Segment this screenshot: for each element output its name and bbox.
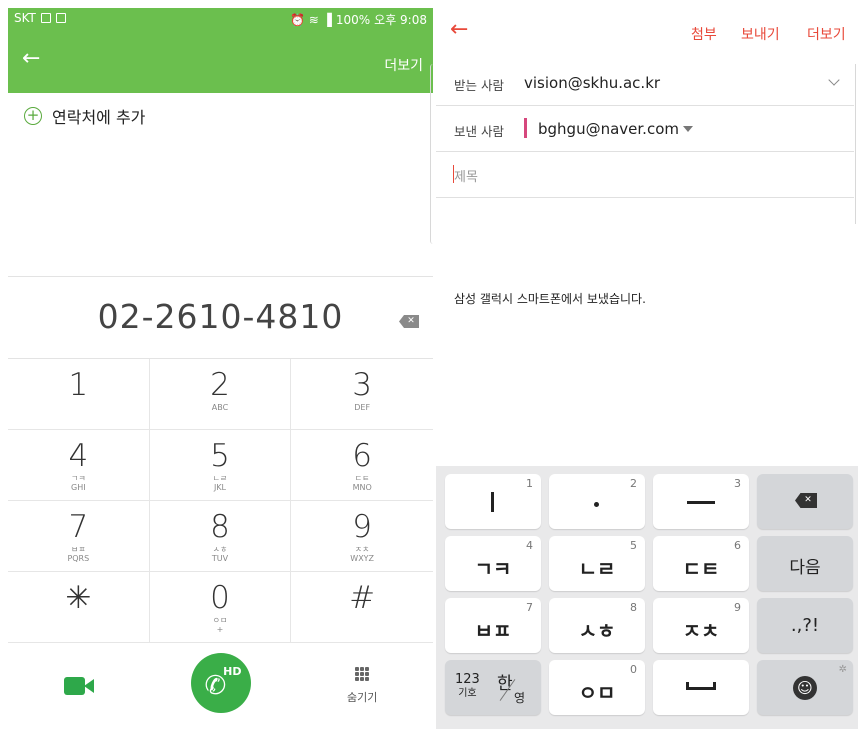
key-siot-hieut[interactable]: ㅅㅎ 8 <box>549 598 645 653</box>
more-button[interactable]: 더보기 <box>807 24 846 44</box>
from-field[interactable]: 보낸 사람 bghgu@naver.com <box>436 106 854 152</box>
dial-key-4[interactable]: 4 ㄱㅋ GHI <box>8 430 150 501</box>
key-emoji[interactable]: ☺ ✲ <box>757 660 853 715</box>
key-bieup-pieup[interactable]: ㅂㅍ 7 <box>445 598 541 653</box>
symbols-mode[interactable]: 123 기호 <box>455 673 480 701</box>
add-to-contacts-button[interactable]: + 연락처에 추가 <box>24 104 145 128</box>
space-icon <box>686 682 716 690</box>
gear-icon: ✲ <box>838 664 847 675</box>
dial-key-2[interactable]: 2 ABC <box>149 359 292 430</box>
to-label: 받는 사람 <box>454 78 504 93</box>
key-digeut-tieut[interactable]: ㄷㅌ 6 <box>653 536 749 591</box>
chevron-down-icon[interactable] <box>828 74 840 86</box>
key-horizontal-stroke[interactable]: 3 <box>653 474 749 529</box>
attach-button[interactable]: 첨부 <box>691 24 717 44</box>
email-compose-screen: ← 첨부 보내기 더보기 받는 사람 vision@skhu.ac.kr 보낸 … <box>430 8 858 729</box>
dial-keypad: 1 2 ABC 3 DEF 4 ㄱㅋ GHI 5 ㄴㄹ JKL 6 ㄷㅌ MNO 7 ㅂㅍ PQRS… <box>8 359 433 643</box>
key-ieung-mieum[interactable]: ㅇㅁ 0 <box>549 660 645 715</box>
from-label: 보낸 사람 <box>454 124 504 139</box>
dial-key-6[interactable]: 6 ㄷㅌ MNO <box>291 430 433 501</box>
back-arrow-icon[interactable]: ← <box>450 19 468 41</box>
korean-keyboard: 1 2 3 ✕ ㄱㅋ 4 ㄴㄹ 5 ㄷㅌ 6 다음 ㅂㅍ 7 ㅅㅎ 8 ㅈㅊ 9 .,?! … <box>436 466 858 729</box>
dot-icon <box>594 502 599 507</box>
hide-keypad-button[interactable]: 숨기기 <box>291 643 433 729</box>
horizontal-stroke-icon <box>687 501 715 504</box>
from-address[interactable]: bghgu@naver.com <box>538 120 679 138</box>
dial-key-7[interactable]: 7 ㅂㅍ PQRS <box>8 501 150 572</box>
key-jieut-chieut[interactable]: ㅈㅊ 9 <box>653 598 749 653</box>
key-nieun-rieul[interactable]: ㄴㄹ 5 <box>549 536 645 591</box>
key-dot[interactable]: 2 <box>549 474 645 529</box>
dial-key-0[interactable]: 0 ㅇㅁ + <box>149 572 292 643</box>
compose-toolbar: ← 첨부 보내기 더보기 <box>436 8 858 54</box>
email-signature[interactable]: 삼성 갤럭시 스마트폰에서 보냈습니다. <box>454 290 646 307</box>
key-giyeok-kieuk[interactable]: ㄱㅋ 4 <box>445 536 541 591</box>
notification-icon <box>40 13 51 23</box>
key-space[interactable] <box>653 660 749 715</box>
subject-field[interactable]: 제목 <box>436 152 854 198</box>
phone-number: 02-2610-4810 <box>97 297 344 336</box>
language-toggle[interactable]: 한영 <box>495 669 537 713</box>
smiley-icon: ☺ <box>793 676 817 700</box>
to-field[interactable]: 받는 사람 vision@skhu.ac.kr <box>436 60 854 106</box>
key-next[interactable]: 다음 <box>757 536 853 591</box>
plus-circle-icon: + <box>24 107 42 125</box>
back-arrow-icon[interactable]: ← <box>22 48 40 70</box>
battery-level: 100% <box>335 12 371 27</box>
subject-placeholder: 제목 <box>454 170 478 185</box>
dial-key-8[interactable]: 8 ㅅㅎ TUV <box>149 501 292 572</box>
keypad-grid-icon <box>355 667 370 681</box>
key-symbols-language[interactable]: 123 기호 한영 <box>445 660 541 715</box>
key-backspace[interactable]: ✕ <box>757 474 853 529</box>
number-display: 02-2610-4810 ✕ <box>8 276 433 359</box>
key-punctuation[interactable]: .,?! <box>757 598 853 653</box>
more-button[interactable]: 더보기 <box>384 55 423 75</box>
video-camera-icon <box>63 677 94 695</box>
add-to-contacts-label: 연락처에 추가 <box>52 108 146 127</box>
status-bar: SKT ⏰ ≋ ▐ 100% 오후 9:08 <box>8 8 433 30</box>
dial-key-5[interactable]: 5 ㄴㄹ JKL <box>149 430 292 501</box>
status-icons: ⏰ ≋ ▐ <box>289 12 332 27</box>
key-vertical-stroke[interactable]: 1 <box>445 474 541 529</box>
send-button[interactable]: 보내기 <box>741 24 780 44</box>
dialer-screen: SKT ⏰ ≋ ▐ 100% 오후 9:08 ← 더보기 + 연락처에 추가 0… <box>8 8 433 729</box>
card-edge <box>430 64 433 244</box>
hide-label: 숨기기 <box>346 691 378 704</box>
backspace-icon: ✕ <box>795 493 817 508</box>
hd-label: HD <box>223 665 242 678</box>
dial-key-9[interactable]: 9 ㅈㅊ WXYZ <box>291 501 433 572</box>
carrier-label: SKT <box>14 11 36 25</box>
dial-key-hash[interactable]: # <box>291 572 433 643</box>
dial-key-3[interactable]: 3 DEF <box>291 359 433 430</box>
dial-key-1[interactable]: 1 <box>8 359 150 430</box>
dropdown-arrow-icon[interactable] <box>683 126 693 132</box>
dial-key-star[interactable]: ✳ <box>8 572 150 643</box>
vertical-stroke-icon <box>491 492 494 512</box>
video-call-button[interactable] <box>8 643 150 729</box>
to-address[interactable]: vision@skhu.ac.kr <box>524 74 660 92</box>
card-edge <box>854 64 856 224</box>
call-button[interactable]: ✆ HD <box>190 653 251 713</box>
dial-action-bar: ✆ HD 숨기기 <box>8 643 433 729</box>
dialer-appbar: ← 더보기 <box>8 30 433 93</box>
sim-icon <box>55 13 66 23</box>
status-time: 오후 9:08 <box>374 13 427 27</box>
account-color-bar <box>524 118 527 138</box>
